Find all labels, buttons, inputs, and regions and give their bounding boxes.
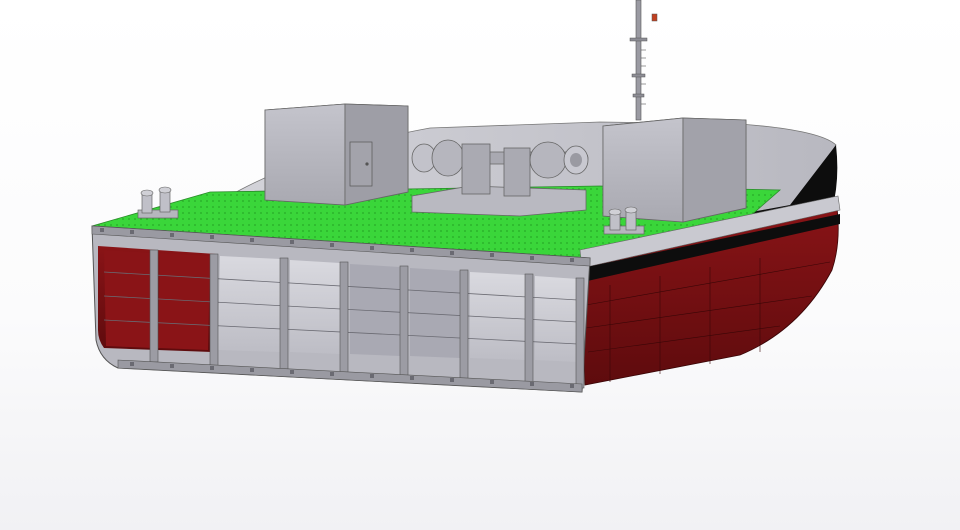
- deckhouse-block-icon: [602, 117, 747, 223]
- mast-light-icon: [651, 13, 658, 22]
- barge-model-render: [91, 0, 841, 393]
- cad-viewport: [0, 0, 960, 530]
- deckhouse-door-icon: [349, 141, 373, 187]
- deckhouse-block-icon: [264, 103, 409, 206]
- bollard-icon: [137, 186, 179, 219]
- mast-icon: [629, 0, 658, 121]
